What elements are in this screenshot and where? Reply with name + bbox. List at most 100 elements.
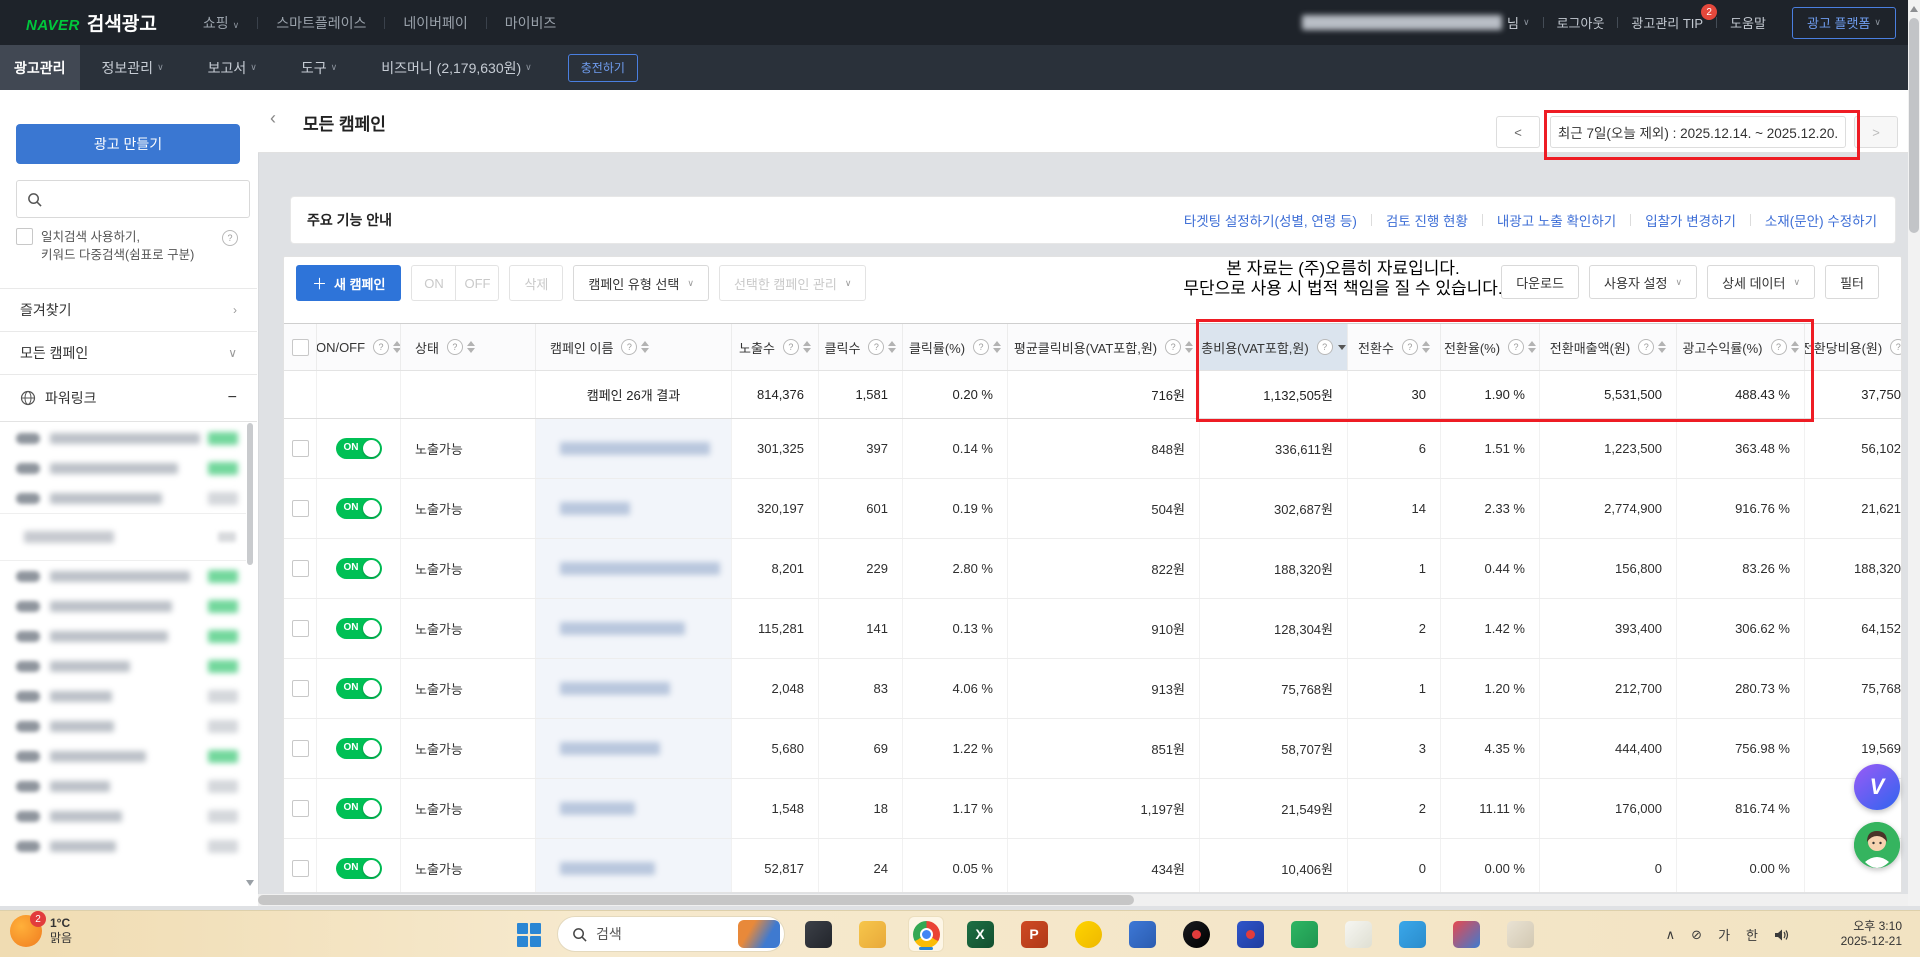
row-checkbox[interactable] xyxy=(292,680,309,697)
account-name-redacted[interactable] xyxy=(1302,15,1502,30)
question-icon[interactable]: ? xyxy=(868,339,884,355)
naver-searchad-logo[interactable]: NAVER 검색광고 xyxy=(26,9,157,36)
chat-widget-button[interactable]: V xyxy=(1854,764,1900,810)
date-prev-button[interactable]: < xyxy=(1496,116,1540,148)
notice-link-4[interactable]: 소재(문안) 수정하기 xyxy=(1765,210,1877,230)
chrome-icon[interactable] xyxy=(908,916,944,952)
question-icon[interactable]: ? xyxy=(1638,339,1654,355)
media-player-icon[interactable] xyxy=(1232,916,1268,952)
tab-report[interactable]: 보고서∨ xyxy=(186,45,279,90)
question-icon[interactable]: ? xyxy=(973,339,989,355)
notice-link-2[interactable]: 내광고 노출 확인하기 xyxy=(1497,210,1616,230)
campaign-name-cell[interactable] xyxy=(536,479,732,538)
scroll-up-arrow[interactable] xyxy=(1910,6,1918,12)
select-all-checkbox[interactable] xyxy=(292,339,309,356)
exact-match-checkbox[interactable] xyxy=(16,228,33,245)
taskbar-clock[interactable]: 오후 3:10 2025-12-21 xyxy=(1841,919,1902,949)
charge-button[interactable]: 충전하기 xyxy=(568,54,638,82)
sidebar-campaign-item[interactable] xyxy=(0,453,246,483)
question-icon[interactable]: ? xyxy=(621,339,637,355)
help-link[interactable]: 도움말 xyxy=(1730,13,1766,32)
onoff-toggle[interactable]: ON xyxy=(336,438,382,459)
onoff-toggle[interactable]: ON xyxy=(336,678,382,699)
blue-grid-app-icon[interactable] xyxy=(1124,916,1160,952)
messenger-icon[interactable] xyxy=(1394,916,1430,952)
tab-ad-management[interactable]: 광고관리 xyxy=(0,45,80,90)
column-header-13[interactable]: 전환당비용(원)? xyxy=(1805,324,1902,370)
support-avatar-button[interactable] xyxy=(1854,822,1900,868)
delete-button[interactable]: 삭제 xyxy=(509,265,563,301)
sidebar-item-powerlink[interactable]: 파워링크− xyxy=(0,374,257,422)
campaign-name-cell[interactable] xyxy=(536,539,732,598)
start-button[interactable] xyxy=(517,923,541,947)
menu-mybiz[interactable]: 마이비즈 xyxy=(487,13,575,33)
campaign-name-cell[interactable] xyxy=(536,599,732,658)
row-checkbox[interactable] xyxy=(292,440,309,457)
tab-tools[interactable]: 도구∨ xyxy=(279,45,359,90)
column-header-1[interactable]: ON/OFF? xyxy=(317,324,401,370)
column-header-11[interactable]: 전환매출액(원)? xyxy=(1540,324,1677,370)
question-icon[interactable]: ? xyxy=(222,230,238,246)
recorder-icon[interactable] xyxy=(1178,916,1214,952)
question-icon[interactable]: ? xyxy=(1165,339,1181,355)
column-header-7[interactable]: 평균클릭비용(VAT포함,원)? xyxy=(1008,324,1200,370)
date-range-selector[interactable]: 최근 7일(오늘 제외) : 2025.12.14. ~ 2025.12.20. xyxy=(1550,116,1846,148)
campaign-name-cell[interactable] xyxy=(536,719,732,778)
column-header-4[interactable]: 노출수? xyxy=(732,324,819,370)
ad-tip-link[interactable]: 광고관리 TIP 2 xyxy=(1631,13,1703,32)
bulk-on-button[interactable]: ON xyxy=(411,265,455,301)
question-icon[interactable]: ? xyxy=(373,339,389,355)
question-icon[interactable]: ? xyxy=(1771,339,1787,355)
ime-ga-indicator[interactable]: 가 xyxy=(1718,925,1730,944)
user-settings-select[interactable]: 사용자 설정∨ xyxy=(1589,265,1697,299)
notice-link-3[interactable]: 입찰가 변경하기 xyxy=(1645,210,1736,230)
date-next-button[interactable]: > xyxy=(1854,116,1898,148)
question-icon[interactable]: ? xyxy=(1508,339,1524,355)
question-icon[interactable]: ? xyxy=(1402,339,1418,355)
tab-info-management[interactable]: 정보관리∨ xyxy=(80,45,186,90)
sidebar-campaign-item[interactable] xyxy=(0,591,246,621)
tray-overflow-chevron-icon[interactable]: ∧ xyxy=(1666,927,1676,943)
onoff-toggle[interactable]: ON xyxy=(336,798,382,819)
column-header-6[interactable]: 클릭률(%)? xyxy=(903,324,1008,370)
notice-link-0[interactable]: 타겟팅 설정하기(성별, 연령 등) xyxy=(1184,210,1357,230)
column-header-8[interactable]: 총비용(VAT포함,원)? xyxy=(1200,324,1348,370)
sidebar-search-input[interactable] xyxy=(50,191,224,208)
menu-naverpay[interactable]: 네이버페이 xyxy=(385,13,485,33)
bizmoney-menu[interactable]: 비즈머니 (2,179,630원)∨ xyxy=(359,45,554,90)
sidebar-campaign-item[interactable] xyxy=(0,423,246,453)
green-app-icon[interactable] xyxy=(1286,916,1322,952)
sidebar-scrollbar-thumb[interactable] xyxy=(247,423,253,565)
ime-han-indicator[interactable]: 한 xyxy=(1746,925,1758,944)
row-checkbox[interactable] xyxy=(292,500,309,517)
ad-platform-button[interactable]: 광고 플랫폼∨ xyxy=(1792,7,1896,39)
campaign-name-cell[interactable] xyxy=(536,659,732,718)
sidebar-campaign-item[interactable] xyxy=(0,681,246,711)
sidebar-campaign-item[interactable] xyxy=(0,771,246,801)
horizontal-scrollbar[interactable] xyxy=(258,894,1908,906)
file-explorer-icon[interactable] xyxy=(854,916,890,952)
column-header-10[interactable]: 전환율(%)? xyxy=(1441,324,1540,370)
sidebar-item-favorites[interactable]: 즐겨찾기› xyxy=(0,288,257,331)
bulk-off-button[interactable]: OFF xyxy=(455,265,499,301)
horizontal-scrollbar-thumb[interactable] xyxy=(258,895,1134,905)
vertical-scrollbar[interactable] xyxy=(1908,0,1920,906)
notepad-icon[interactable] xyxy=(1340,916,1376,952)
campaign-name-cell[interactable] xyxy=(536,779,732,838)
sidebar-campaign-item[interactable] xyxy=(0,561,246,591)
sidebar-campaign-item[interactable] xyxy=(0,831,246,861)
question-icon[interactable]: ? xyxy=(1317,339,1333,355)
powerpoint-icon[interactable]: P xyxy=(1016,916,1052,952)
search-highlight-thumbnail[interactable] xyxy=(738,920,780,948)
column-header-3[interactable]: 캠페인 이름? xyxy=(536,324,732,370)
question-icon[interactable]: ? xyxy=(1890,339,1902,355)
onoff-toggle[interactable]: ON xyxy=(336,858,382,879)
onoff-toggle[interactable]: ON xyxy=(336,558,382,579)
filter-button[interactable]: 필터 xyxy=(1825,265,1879,299)
taskbar-weather-widget[interactable]: 2 1°C 맑음 xyxy=(10,915,72,947)
sidebar-campaign-item[interactable] xyxy=(0,483,246,513)
manage-selected-select[interactable]: 선택한 캠페인 관리∨ xyxy=(719,265,867,301)
row-checkbox[interactable] xyxy=(292,860,309,877)
taskbar-search-box[interactable]: 검색 xyxy=(557,916,785,952)
beige-app-icon[interactable] xyxy=(1502,916,1538,952)
